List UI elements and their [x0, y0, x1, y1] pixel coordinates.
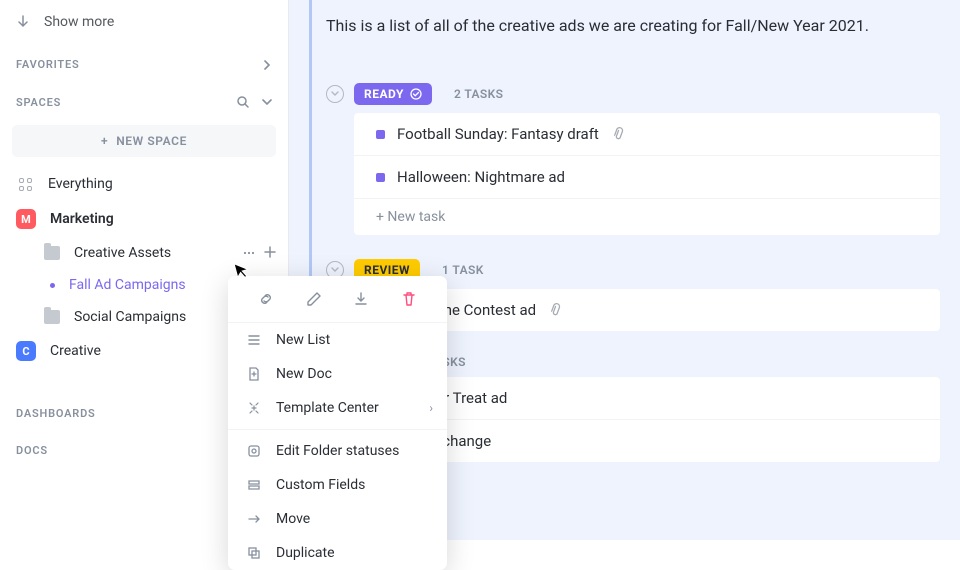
- ctx-custom-fields[interactable]: Custom Fields: [228, 468, 447, 502]
- favorites-label: FAVORITES: [16, 58, 80, 71]
- folder-label: Social Campaigns: [74, 309, 186, 325]
- more-icon[interactable]: [242, 246, 256, 260]
- delete-icon[interactable]: [396, 286, 422, 312]
- grid-icon: [16, 175, 34, 193]
- ctx-label: New Doc: [276, 366, 332, 382]
- plus-icon: +: [101, 134, 108, 148]
- task-count: 2 TASKS: [454, 87, 503, 101]
- list-label: Fall Ad Campaigns: [69, 277, 186, 293]
- task-count: 1 TASK: [442, 263, 484, 277]
- dot-icon: [50, 283, 55, 288]
- space-avatar-m: M: [16, 209, 36, 229]
- spaces-label: SPACES: [16, 96, 61, 109]
- move-icon: [246, 511, 262, 527]
- new-space-button[interactable]: + NEW SPACE: [12, 125, 276, 157]
- dashboards-label: DASHBOARDS: [16, 407, 96, 420]
- download-icon[interactable]: [348, 286, 374, 312]
- ctx-new-list[interactable]: New List: [228, 323, 447, 357]
- favorites-header[interactable]: FAVORITES: [0, 44, 288, 81]
- list-icon: [246, 332, 262, 348]
- ctx-edit-statuses[interactable]: Edit Folder statuses: [228, 434, 447, 468]
- status-icon: [246, 443, 262, 459]
- spaces-header[interactable]: SPACES: [0, 81, 288, 119]
- chevron-right-icon: [262, 60, 272, 70]
- chevron-down-icon[interactable]: [262, 97, 272, 107]
- ctx-label: Edit Folder statuses: [276, 443, 399, 459]
- collapse-icon[interactable]: [326, 85, 344, 103]
- arrow-down-icon: [16, 15, 30, 29]
- show-more-label: Show more: [44, 14, 114, 30]
- attachment-icon[interactable]: [609, 125, 628, 144]
- edit-icon[interactable]: [301, 286, 327, 312]
- ctx-move[interactable]: Move: [228, 502, 447, 536]
- task-row[interactable]: Halloween: Nightmare ad: [354, 156, 940, 199]
- marketing-label: Marketing: [50, 211, 114, 227]
- folder-icon: [44, 310, 60, 324]
- task-status-square[interactable]: [376, 130, 385, 139]
- task-row[interactable]: Football Sunday: Fantasy draft: [354, 113, 940, 156]
- template-icon: [246, 400, 262, 416]
- chevron-right-icon: ›: [429, 401, 433, 415]
- ctx-new-doc[interactable]: New Doc: [228, 357, 447, 391]
- ctx-label: Duplicate: [276, 545, 335, 561]
- search-icon[interactable]: [236, 95, 250, 109]
- new-space-label: NEW SPACE: [116, 134, 187, 148]
- task-list: Football Sunday: Fantasy draft Halloween…: [354, 113, 940, 235]
- task-title: Halloween: Nightmare ad: [397, 168, 565, 186]
- sidebar-item-everything[interactable]: Everything: [0, 167, 288, 201]
- check-circle-icon: [410, 88, 422, 100]
- creative-label: Creative: [50, 343, 101, 359]
- attachment-icon[interactable]: [546, 301, 565, 320]
- ctx-label: Move: [276, 511, 310, 527]
- task-status-square[interactable]: [376, 173, 385, 182]
- sidebar-item-marketing[interactable]: M Marketing: [0, 201, 288, 237]
- list-description: This is a list of all of the creative ad…: [326, 16, 940, 35]
- ctx-duplicate[interactable]: Duplicate: [228, 536, 447, 570]
- doc-icon: [246, 366, 262, 382]
- status-label: READY: [364, 87, 404, 101]
- new-task-button[interactable]: + New task: [354, 199, 940, 235]
- show-more-button[interactable]: Show more: [0, 0, 288, 44]
- ctx-label: New List: [276, 332, 330, 348]
- link-icon[interactable]: [253, 286, 279, 312]
- space-avatar-c: C: [16, 341, 36, 361]
- task-title: Football Sunday: Fantasy draft: [397, 125, 599, 143]
- duplicate-icon: [246, 545, 262, 561]
- status-pill-ready[interactable]: READY: [354, 83, 432, 105]
- ctx-template-center[interactable]: Template Center ›: [228, 391, 447, 425]
- fields-icon: [246, 477, 262, 493]
- everything-label: Everything: [48, 176, 113, 192]
- folder-context-menu: New List New Doc Template Center › Edit …: [228, 276, 447, 570]
- folder-label: Creative Assets: [74, 245, 171, 261]
- plus-icon[interactable]: [264, 246, 276, 260]
- ctx-label: Custom Fields: [276, 477, 365, 493]
- divider: [228, 429, 447, 430]
- docs-label: DOCS: [16, 444, 48, 457]
- status-group-ready: READY 2 TASKS Football Sunday: Fantasy d…: [326, 83, 940, 235]
- ctx-label: Template Center: [276, 400, 379, 416]
- folder-icon: [44, 246, 60, 260]
- status-label: REVIEW: [364, 263, 410, 277]
